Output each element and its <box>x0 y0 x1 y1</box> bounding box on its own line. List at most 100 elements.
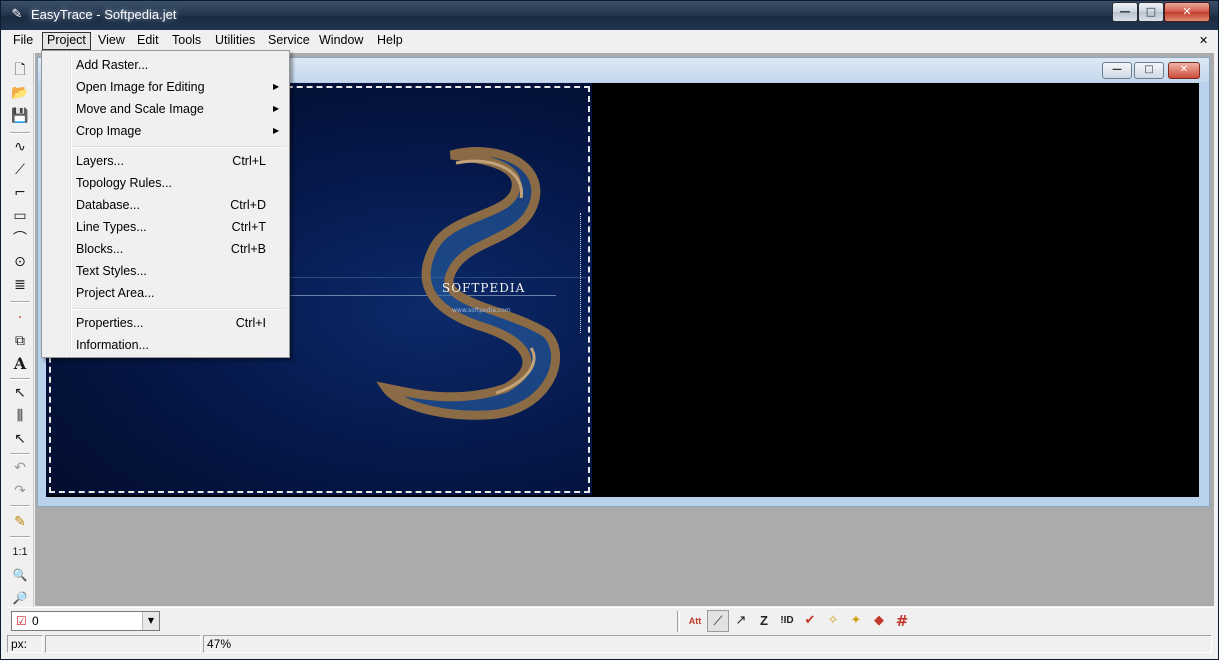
menu-item-label: Blocks... <box>76 242 124 256</box>
menu-project[interactable]: Project <box>42 32 91 50</box>
circle-icon[interactable]: ⊙ <box>9 251 31 273</box>
menu-item-properties[interactable]: Properties... Ctrl+I <box>45 312 286 334</box>
minimize-button[interactable]: — <box>1112 2 1138 22</box>
text-tool-icon[interactable]: A <box>9 353 31 375</box>
toolbar-separator <box>10 378 30 380</box>
pencil-icon[interactable]: ✎ <box>9 511 31 533</box>
arc-icon[interactable]: ⌒ <box>9 228 31 250</box>
app-window: ✎ EasyTrace - Softpedia.jet — □ ✕ File P… <box>0 0 1219 660</box>
save-icon[interactable]: 💾 <box>9 105 31 127</box>
menu-item-shortcut: Ctrl+L <box>232 154 266 168</box>
toolbar-separator <box>10 453 30 455</box>
shape-tool-icon[interactable]: ⧉ <box>9 330 31 352</box>
status-zoom: 47% <box>203 635 1212 653</box>
drawing-toolbar: 🗋 📂 💾 ∿ ⟋ ⌐ ▭ ⌒ ⊙ ≣ · ⧉ A ↖ ⫼ ↖ ↶ ↷ ✎ 1:… <box>7 53 34 613</box>
menu-item-project-area[interactable]: Project Area... <box>45 282 286 304</box>
menu-item-label: Line Types... <box>76 220 147 234</box>
polyline-draw-icon[interactable]: ⟋ <box>9 159 31 181</box>
trace-line-icon[interactable]: ⟋ <box>707 610 729 632</box>
menu-item-blocks[interactable]: Blocks... Ctrl+B <box>45 238 286 260</box>
menu-help[interactable]: Help <box>373 32 407 50</box>
menu-item-label: Move and Scale Image <box>76 102 204 116</box>
menu-edit[interactable]: Edit <box>133 32 163 50</box>
menu-item-text-styles[interactable]: Text Styles... <box>45 260 286 282</box>
project-menu: Add Raster... Open Image for Editing ▶ M… <box>41 50 290 358</box>
dropdown-arrow-icon[interactable]: ▼ <box>142 612 159 630</box>
object-id-icon[interactable]: !ID <box>776 610 798 632</box>
toolbar-separator <box>10 505 30 507</box>
menu-utilities[interactable]: Utilities <box>211 32 259 50</box>
mdi-close-icon[interactable]: ✕ <box>1199 34 1208 47</box>
toolbar-separator <box>10 536 30 538</box>
menu-item-shortcut: Ctrl+I <box>235 316 266 330</box>
zoom-1to1-icon[interactable]: 1:1 <box>9 541 31 563</box>
menu-item-database[interactable]: Database... Ctrl+D <box>45 194 286 216</box>
z-value-icon[interactable]: Z <box>753 610 775 632</box>
submenu-arrow-icon: ▶ <box>273 82 280 91</box>
menu-item-label: Crop Image <box>76 124 142 138</box>
menu-item-information[interactable]: Information... <box>45 334 286 356</box>
menu-item-line-types[interactable]: Line Types... Ctrl+T <box>45 216 286 238</box>
undo-icon[interactable]: ↶ <box>9 457 31 479</box>
doc-minimize-button[interactable]: — <box>1102 62 1132 79</box>
menu-item-label: Project Area... <box>76 286 155 300</box>
menu-item-label: Topology Rules... <box>76 176 172 190</box>
menu-item-add-raster[interactable]: Add Raster... <box>45 54 286 76</box>
point-icon[interactable]: · <box>9 307 31 329</box>
hatch-icon[interactable]: ≣ <box>9 274 31 296</box>
attributes-icon[interactable]: Att <box>684 610 706 632</box>
direction-arrow-icon[interactable]: ↗ <box>730 610 752 632</box>
zoom-area-icon[interactable]: 🔎 <box>9 587 31 609</box>
menu-service[interactable]: Service <box>264 32 314 50</box>
new-project-icon[interactable]: 🗋 <box>9 59 31 81</box>
menu-item-label: Information... <box>76 338 149 352</box>
check-topology-icon[interactable]: ✔ <box>799 610 821 632</box>
menu-item-shortcut: Ctrl+D <box>230 198 266 212</box>
step-line-icon[interactable]: ⌐ <box>9 182 31 204</box>
layer-visible-checkbox[interactable]: ☑ <box>16 614 27 628</box>
zoom-icon[interactable]: 🔍 <box>9 564 31 586</box>
window-title: EasyTrace - Softpedia.jet <box>31 7 177 22</box>
open-folder-icon[interactable]: 📂 <box>9 82 31 104</box>
menu-bar: File Project View Edit Tools Utilities S… <box>9 31 1214 51</box>
menu-item-label: Text Styles... <box>76 264 147 278</box>
menu-item-shortcut: Ctrl+B <box>230 242 266 256</box>
magic-wand-icon[interactable]: ✧ <box>822 610 844 632</box>
title-bar[interactable]: ✎ EasyTrace - Softpedia.jet — □ ✕ <box>1 1 1218 30</box>
maximize-button[interactable]: □ <box>1138 2 1164 22</box>
grid-icon[interactable]: # <box>891 610 913 632</box>
select-arrow-icon[interactable]: ↖ <box>9 382 31 404</box>
menu-item-move-scale[interactable]: Move and Scale Image ▶ <box>45 98 286 120</box>
menu-item-layers[interactable]: Layers... Ctrl+L <box>45 150 286 172</box>
layer-select[interactable]: ☑ 0 ▼ <box>11 611 160 631</box>
menu-item-label: Properties... <box>76 316 144 330</box>
menu-tools[interactable]: Tools <box>168 32 205 50</box>
status-bar: px: 47% <box>7 634 1214 655</box>
redo-icon[interactable]: ↷ <box>9 480 31 502</box>
layer-select-value: 0 <box>32 614 39 628</box>
node-select-icon[interactable]: ↖ <box>9 428 31 450</box>
menu-item-open-image[interactable]: Open Image for Editing ▶ <box>45 76 286 98</box>
menu-separator <box>73 146 286 148</box>
doc-close-button[interactable]: ✕ <box>1168 62 1200 79</box>
menu-item-topology-rules[interactable]: Topology Rules... <box>45 172 286 194</box>
toolbar-separator <box>10 301 30 303</box>
multi-select-icon[interactable]: ⫼ <box>9 405 31 427</box>
menu-item-label: Layers... <box>76 154 124 168</box>
menu-item-label: Database... <box>76 198 140 212</box>
menu-item-label: Open Image for Editing <box>76 80 205 94</box>
menu-file[interactable]: File <box>9 32 37 50</box>
submenu-arrow-icon: ▶ <box>273 104 280 113</box>
fill-polygon-icon[interactable]: ◆ <box>868 610 890 632</box>
status-coordinates <box>45 635 201 653</box>
menu-view[interactable]: View <box>94 32 129 50</box>
rectangle-icon[interactable]: ▭ <box>9 205 31 227</box>
close-button[interactable]: ✕ <box>1164 2 1210 22</box>
bottom-toolbar: ☑ 0 ▼ Att ⟋ ↗ Z !ID ✔ ✧ ✦ ◆ # <box>7 607 1214 634</box>
menu-item-crop-image[interactable]: Crop Image ▶ <box>45 120 286 142</box>
toolbar-grip[interactable] <box>677 611 680 632</box>
auto-trace-icon[interactable]: ✦ <box>845 610 867 632</box>
menu-window[interactable]: Window <box>315 32 367 50</box>
doc-maximize-button[interactable]: □ <box>1134 62 1164 79</box>
curve-draw-icon[interactable]: ∿ <box>9 136 31 158</box>
